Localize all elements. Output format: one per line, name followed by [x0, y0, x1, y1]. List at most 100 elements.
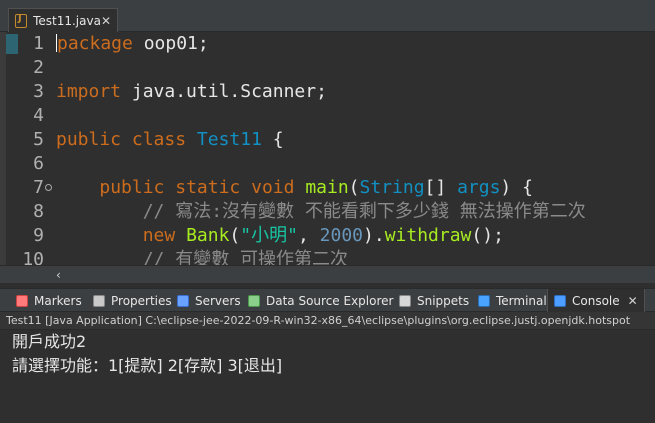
- line-number: 2: [33, 57, 44, 78]
- view-tab-data-source-explorer[interactable]: Data Source Explorer: [242, 289, 399, 313]
- java-file-icon: [15, 13, 28, 28]
- token-num: 2000: [319, 225, 363, 246]
- view-tab-console[interactable]: Console ✕: [547, 289, 645, 313]
- token-text: oop01;: [132, 33, 209, 54]
- close-icon[interactable]: ✕: [628, 294, 638, 308]
- view-tab-label: Terminal: [496, 294, 547, 308]
- view-tab-terminal[interactable]: Terminal: [472, 289, 553, 313]
- view-tab-servers[interactable]: Servers: [171, 289, 247, 313]
- code-text: public static void main(String[] args) {: [56, 176, 533, 200]
- token-kw: import: [56, 81, 122, 102]
- snippets-icon: [399, 295, 411, 307]
- scroll-track[interactable]: [70, 269, 655, 281]
- close-icon[interactable]: ✕: [101, 14, 111, 28]
- code-line: 8 // 寫法:沒有變數 不能看剩下多少錢 無法操作第二次: [0, 200, 655, 224]
- line-number: 5: [33, 129, 44, 150]
- scroll-left-icon[interactable]: ‹: [56, 266, 70, 284]
- token-m: main: [305, 177, 349, 198]
- data-source-explorer-icon: [248, 295, 260, 307]
- view-tab-snippets[interactable]: Snippets: [393, 289, 475, 313]
- editor-tab-test11[interactable]: Test11.java ✕: [8, 8, 118, 32]
- token-m: Bank: [186, 225, 230, 246]
- view-tab-label: Servers: [195, 294, 241, 308]
- token-kw: static: [175, 177, 241, 198]
- line-number: 6: [33, 153, 44, 174]
- console-line: 開戶成功2: [12, 332, 87, 351]
- token-kw: public: [99, 177, 165, 198]
- view-tab-label: Properties: [111, 294, 172, 308]
- token-text: ) {: [500, 177, 533, 198]
- console-header: Test11 [Java Application] C:\eclipse-jee…: [0, 312, 655, 330]
- code-line: 10 // 有變數 可操作第二次: [0, 248, 655, 265]
- editor-tab-label: Test11.java: [33, 13, 101, 28]
- token-text: {: [261, 129, 284, 150]
- terminal-icon: [478, 295, 490, 307]
- token-kw: class: [131, 129, 187, 150]
- token-cls: args: [457, 177, 501, 198]
- token-text: ();: [471, 225, 504, 246]
- line-number: 9: [33, 225, 44, 246]
- view-tab-label: Data Source Explorer: [266, 294, 394, 308]
- view-tab-label: Console: [572, 294, 620, 308]
- token-m: withdraw: [384, 225, 472, 246]
- code-text: import java.util.Scanner;: [56, 80, 327, 104]
- token-comment: // 寫法:沒有變數 不能看剩下多少錢 無法操作第二次: [142, 201, 586, 222]
- code-line: 5 public class Test11 {: [0, 128, 655, 152]
- code-text: package oop01;: [56, 32, 209, 56]
- bottom-views-tab-bar: Markers Properties Servers Data Source Expl…: [0, 288, 655, 313]
- code-line: 3 import java.util.Scanner;: [0, 80, 655, 104]
- console-output[interactable]: 開戶成功2 請選擇功能：1[提款] 2[存款] 3[退出]: [0, 330, 655, 423]
- console-icon: [554, 295, 566, 307]
- line-number: 4: [33, 105, 44, 126]
- token-comment: // 有變數 可操作第二次: [142, 249, 349, 265]
- token-kw: void: [251, 177, 295, 198]
- code-line: 7 public static void main(String[] args)…: [0, 176, 655, 200]
- view-tab-label: Markers: [34, 294, 82, 308]
- servers-icon: [177, 295, 189, 307]
- view-tab-markers[interactable]: Markers: [10, 289, 88, 313]
- editor-horizontal-scrollbar[interactable]: ‹: [0, 265, 655, 283]
- code-text: // 寫法:沒有變數 不能看剩下多少錢 無法操作第二次: [56, 200, 586, 224]
- code-editor[interactable]: 1 package oop01; 2 3 import java.util.Scanne…: [0, 32, 655, 265]
- token-text: ).: [363, 225, 385, 246]
- code-line: 2: [0, 56, 655, 80]
- line-number: 8: [33, 201, 44, 222]
- code-line: 1 package oop01;: [0, 32, 655, 56]
- editor-tab-bar: Test11.java ✕: [0, 0, 655, 32]
- token-text: []: [424, 177, 458, 198]
- console-line: 請選擇功能：1[提款] 2[存款] 3[退出]: [12, 356, 283, 375]
- code-line: 6: [0, 152, 655, 176]
- token-text: java.util.Scanner;: [121, 81, 327, 102]
- code-text: new Bank("小明", 2000).withdraw();: [56, 224, 504, 248]
- line-number: 10: [22, 249, 44, 265]
- code-line: 9 new Bank("小明", 2000).withdraw();: [0, 224, 655, 248]
- token-kw: package: [57, 33, 133, 54]
- markers-icon: [16, 295, 28, 307]
- token-text: ,: [297, 225, 320, 246]
- token-text: (: [229, 225, 241, 246]
- token-str: "小明": [240, 225, 298, 246]
- token-cls: String: [359, 177, 425, 198]
- view-tab-properties[interactable]: Properties: [87, 289, 178, 313]
- token-kw: public: [56, 129, 122, 150]
- code-line: 4: [0, 104, 655, 128]
- code-text: // 有變數 可操作第二次: [56, 248, 348, 265]
- fold-toggle-icon[interactable]: [45, 184, 52, 191]
- view-tab-label: Snippets: [417, 294, 470, 308]
- line-number: 3: [33, 81, 44, 102]
- properties-icon: [93, 295, 105, 307]
- code-text: public class Test11 {: [56, 128, 284, 152]
- token-kw: new: [142, 225, 176, 246]
- line-number: 1: [33, 33, 44, 54]
- line-number: 7: [33, 177, 44, 198]
